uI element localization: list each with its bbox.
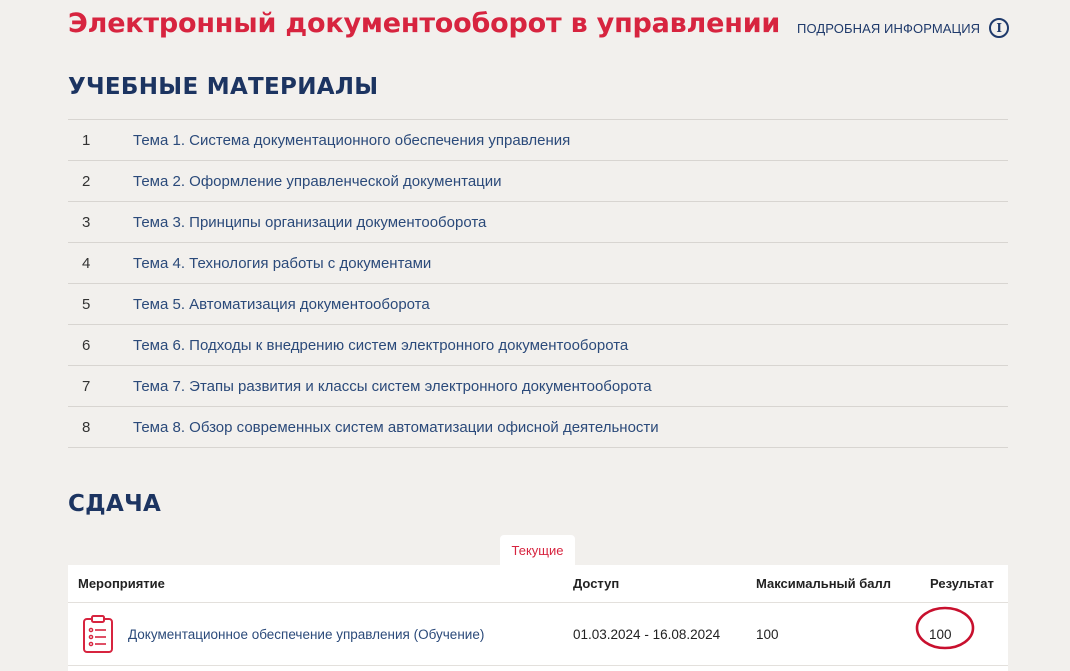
info-icon: i (989, 18, 1010, 38)
material-number: 2 (82, 172, 91, 190)
event-link[interactable]: Документационное обеспечение управления … (128, 627, 484, 642)
more-info-label: Подробная информация (797, 20, 981, 36)
tab-current[interactable]: Текущие (500, 535, 575, 565)
material-number: 7 (82, 377, 91, 395)
material-row: 6 Тема 6. Подходы к внедрению систем эле… (68, 325, 1008, 366)
material-link-6[interactable]: Тема 6. Подходы к внедрению систем элект… (133, 337, 628, 354)
max-score-value: 100 (756, 626, 779, 642)
material-number: 6 (82, 336, 91, 354)
material-link-8[interactable]: Тема 8. Обзор современных систем автомат… (133, 419, 659, 436)
event-cell: Документационное обеспечение управления … (68, 614, 573, 654)
clipboard-list-icon (83, 615, 113, 653)
column-header-event: Мероприятие (78, 576, 165, 591)
material-row: 3 Тема 3. Принципы организации документо… (68, 202, 1008, 243)
material-link-5[interactable]: Тема 5. Автоматизация документооборота (133, 296, 430, 313)
course-title: Электронный документооборот в управлении (68, 8, 781, 39)
more-info-link[interactable]: Подробная информация i (797, 18, 1010, 38)
material-row: 5 Тема 5. Автоматизация документооборота (68, 284, 1008, 325)
submission-heading: СДАЧА (68, 491, 162, 517)
column-header-access: Доступ (573, 576, 620, 591)
materials-heading: УЧЕБНЫЕ МАТЕРИАЛЫ (68, 74, 379, 100)
materials-list: 1 Тема 1. Система документационного обес… (68, 119, 1008, 448)
material-number: 5 (82, 295, 91, 313)
page: Электронный документооборот в управлении… (0, 0, 1070, 671)
material-number: 3 (82, 213, 91, 231)
events-table: Мероприятие Доступ Максимальный балл Рез… (68, 565, 1008, 671)
result-value: 100 (929, 626, 952, 642)
material-link-4[interactable]: Тема 4. Технология работы с документами (133, 255, 431, 272)
material-link-1[interactable]: Тема 1. Система документационного обеспе… (133, 132, 570, 149)
access-dates: 01.03.2024 - 16.08.2024 (573, 626, 721, 642)
result-cell: 100 (915, 606, 1008, 649)
column-header-result: Результат (930, 576, 994, 591)
material-row: 8 Тема 8. Обзор современных систем автом… (68, 407, 1008, 448)
material-row: 4 Тема 4. Технология работы с документам… (68, 243, 1008, 284)
events-table-header: Мероприятие Доступ Максимальный балл Рез… (68, 565, 1008, 603)
material-number: 8 (82, 418, 91, 436)
material-number: 1 (82, 131, 91, 149)
material-number: 4 (82, 254, 91, 272)
material-row: 2 Тема 2. Оформление управленческой доку… (68, 161, 1008, 202)
material-row: 1 Тема 1. Система документационного обес… (68, 120, 1008, 161)
material-link-7[interactable]: Тема 7. Этапы развития и классы систем э… (133, 378, 652, 395)
material-link-2[interactable]: Тема 2. Оформление управленческой докуме… (133, 173, 502, 190)
material-row: 7 Тема 7. Этапы развития и классы систем… (68, 366, 1008, 407)
column-header-max-score: Максимальный балл (756, 576, 892, 591)
material-link-3[interactable]: Тема 3. Принципы организации документооб… (133, 214, 486, 231)
table-row: Документационное обеспечение управления … (68, 603, 1008, 666)
